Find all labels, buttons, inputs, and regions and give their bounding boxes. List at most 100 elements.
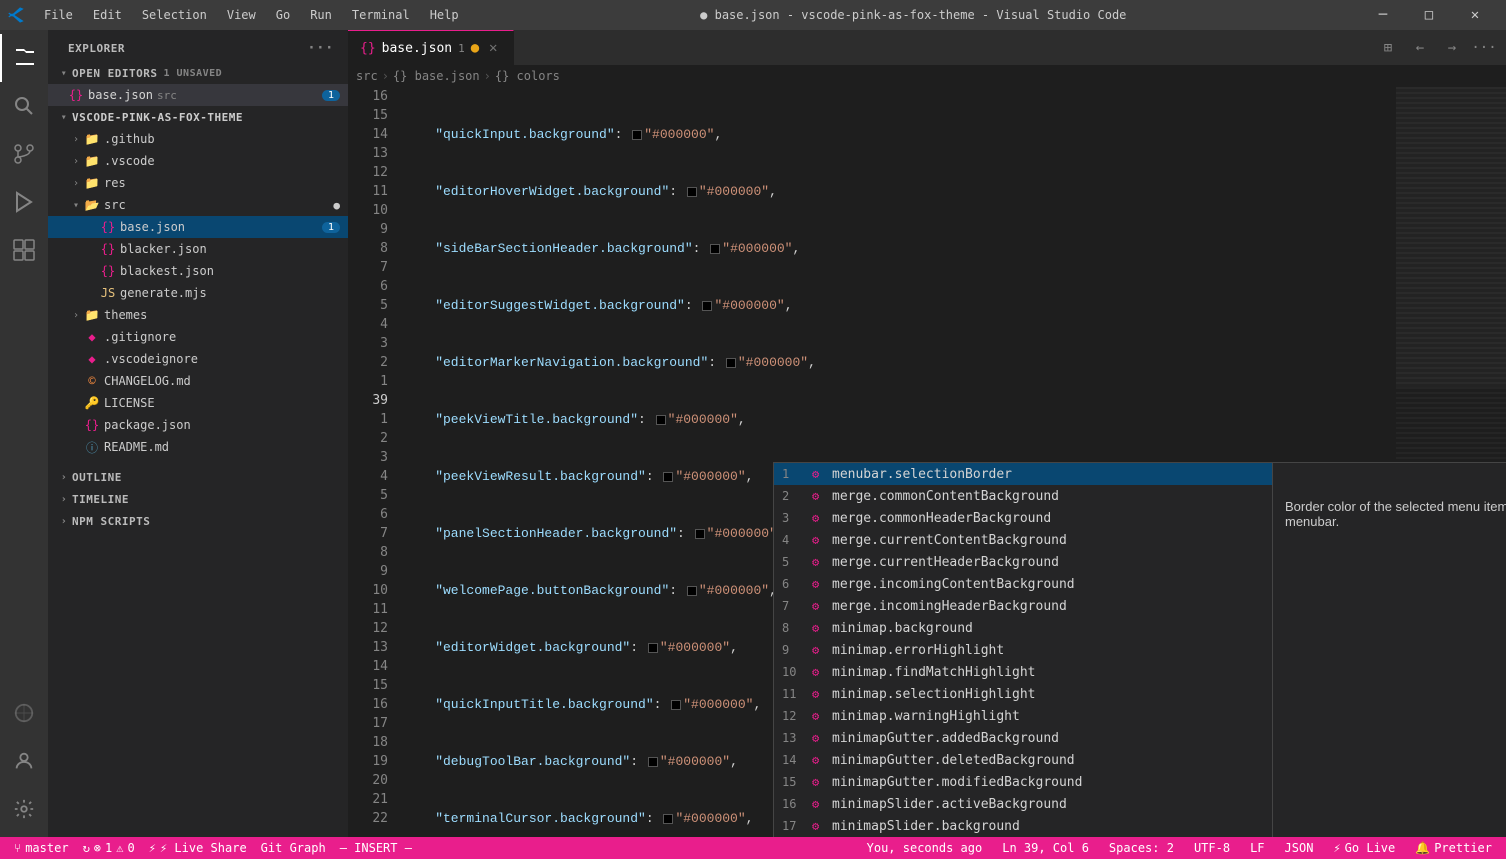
ac-item-16[interactable]: 16 ⚙ minimapSlider.activeBackground [774,793,1272,815]
tab-close-button[interactable]: ✕ [485,40,501,56]
activity-remote[interactable] [0,689,48,737]
ac-item-5[interactable]: 5 ⚙ merge.currentHeaderBackground [774,551,1272,573]
status-go-live[interactable]: ⚡ Go Live [1327,837,1401,859]
section-project[interactable]: ▾ VSCODE-PINK-AS-FOX-THEME [48,106,348,128]
status-git-graph[interactable]: Git Graph [255,837,332,859]
ac-item-17[interactable]: 17 ⚙ minimapSlider.background [774,815,1272,837]
ac-ln-21: 21 [364,790,388,809]
open-editor-base-json[interactable]: {} base.json src 1 [48,84,348,106]
status-git-blame[interactable]: You, seconds ago [861,837,989,859]
ac-item-3[interactable]: 3 ⚙ merge.commonHeaderBackground [774,507,1272,529]
status-encoding[interactable]: UTF-8 [1188,837,1236,859]
ac-item-6[interactable]: 6 ⚙ merge.incomingContentBackground [774,573,1272,595]
tree-github[interactable]: › 📁 .github [48,128,348,150]
tab-json-icon: {} [360,41,376,56]
section-timeline[interactable]: › Timeline [48,488,348,510]
status-prettier[interactable]: 🔔 Prettier [1409,837,1498,859]
autocomplete-list[interactable]: 1 ⚙ menubar.selectionBorder 2 ⚙ merge.co… [773,462,1273,837]
status-language[interactable]: JSON [1279,837,1320,859]
menu-edit[interactable]: Edit [85,6,130,24]
main-container: explorer ··· ▾ OPEN EDITORS 1 UNSAVED {}… [0,30,1506,837]
activity-source-control[interactable] [0,130,48,178]
tree-base-json[interactable]: {} base.json 1 [48,216,348,238]
breadcrumb-src[interactable]: src [356,69,378,83]
sidebar-header: explorer ··· [48,30,348,62]
status-line-ending[interactable]: LF [1244,837,1270,859]
tree-res[interactable]: › 📁 res [48,172,348,194]
editor-forward-button[interactable]: → [1438,34,1466,62]
tree-generate-mjs[interactable]: JS generate.mjs [48,282,348,304]
activity-settings[interactable] [0,785,48,833]
menu-terminal[interactable]: Terminal [344,6,418,24]
editor-area[interactable]: 16 15 14 13 12 11 10 9 8 7 6 5 4 3 [348,87,1506,837]
tree-changelog[interactable]: © CHANGELOG.md [48,370,348,392]
ac-item-10[interactable]: 10 ⚙ minimap.findMatchHighlight [774,661,1272,683]
activity-search[interactable] [0,82,48,130]
ac-num-5: 5 [782,555,802,569]
menu-help[interactable]: Help [422,6,467,24]
section-npm-scripts[interactable]: › NPM Scripts [48,510,348,532]
menu-file[interactable]: File [36,6,81,24]
status-live-share[interactable]: ⚡ ⚡ Live Share [143,837,253,859]
tree-src[interactable]: ▾ 📂 src ● [48,194,348,216]
tree-themes[interactable]: › 📁 themes [48,304,348,326]
tab-base-json[interactable]: {} base.json 1 ● ✕ [348,30,514,65]
editor-layout-button[interactable]: ⊞ [1374,34,1402,62]
maximize-button[interactable]: □ [1406,0,1452,30]
ac-item-1[interactable]: 1 ⚙ menubar.selectionBorder [774,463,1272,485]
minimize-button[interactable]: ─ [1360,0,1406,30]
ac-item-12[interactable]: 12 ⚙ minimap.warningHighlight [774,705,1272,727]
ac-item-14[interactable]: 14 ⚙ minimapGutter.deletedBackground [774,749,1272,771]
sidebar-more-button[interactable]: ··· [305,38,336,58]
status-right: You, seconds ago Ln 39, Col 6 Spaces: 2 … [861,837,1498,859]
file-icon-license: 🔑 [84,396,100,410]
status-cursor-position[interactable]: Ln 39, Col 6 [996,837,1095,859]
open-editors-unsaved: 1 UNSAVED [163,68,222,79]
menu-selection[interactable]: Selection [134,6,215,24]
tree-vscodeignore[interactable]: ◆ .vscodeignore [48,348,348,370]
ac-item-13[interactable]: 13 ⚙ minimapGutter.addedBackground [774,727,1272,749]
autocomplete-detail-text: Border color of the selected menu item i… [1285,499,1506,529]
tree-blackest-json[interactable]: {} blackest.json [48,260,348,282]
section-outline[interactable]: › Outline [48,466,348,488]
breadcrumb-section[interactable]: {} colors [495,69,560,83]
tree-gitignore[interactable]: ◆ .gitignore [48,326,348,348]
ac-num-17: 17 [782,819,802,833]
tab-label: base.json [382,41,452,56]
sidebar-content[interactable]: ▾ OPEN EDITORS 1 UNSAVED {} base.json sr… [48,62,348,837]
ac-item-8[interactable]: 8 ⚙ minimap.background [774,617,1272,639]
ac-item-2[interactable]: 2 ⚙ merge.commonContentBackground [774,485,1272,507]
insert-mode-label: – INSERT – [340,841,412,855]
ln-15: 15 [364,106,388,125]
breadcrumb-file[interactable]: {} base.json [393,69,480,83]
tree-readme[interactable]: ⓘ README.md [48,436,348,458]
menu-run[interactable]: Run [302,6,340,24]
ac-item-15[interactable]: 15 ⚙ minimapGutter.modifiedBackground [774,771,1272,793]
tree-blacker-json[interactable]: {} blacker.json [48,238,348,260]
ac-item-11[interactable]: 11 ⚙ minimap.selectionHighlight [774,683,1272,705]
status-indentation[interactable]: Spaces: 2 [1103,837,1180,859]
ac-item-9[interactable]: 9 ⚙ minimap.errorHighlight [774,639,1272,661]
menu-view[interactable]: View [219,6,264,24]
tree-license[interactable]: 🔑 LICENSE [48,392,348,414]
editor-more-button[interactable]: ··· [1470,34,1498,62]
ac-num-3: 3 [782,511,802,525]
close-button[interactable]: ✕ [1452,0,1498,30]
status-git-sync[interactable]: ↻ ⊗ 1 ⚠ 0 [77,837,141,859]
ac-item-4[interactable]: 4 ⚙ merge.currentContentBackground [774,529,1272,551]
activity-extensions[interactable] [0,226,48,274]
activity-run-debug[interactable] [0,178,48,226]
tree-vscode[interactable]: › 📁 .vscode [48,150,348,172]
tree-package-json[interactable]: {} package.json [48,414,348,436]
breadcrumb-sep-2: › [484,69,491,83]
ln-14: 14 [364,125,388,144]
menu-go[interactable]: Go [268,6,298,24]
editor-back-button[interactable]: ← [1406,34,1434,62]
status-git-branch[interactable]: ⑂ master [8,837,75,859]
activity-accounts[interactable] [0,737,48,785]
section-open-editors[interactable]: ▾ OPEN EDITORS 1 UNSAVED [48,62,348,84]
activity-explorer[interactable] [0,34,48,82]
tab-number: 1 [458,42,465,55]
ac-text-14: minimapGutter.deletedBackground [832,753,1075,768]
ac-item-7[interactable]: 7 ⚙ merge.incomingHeaderBackground [774,595,1272,617]
